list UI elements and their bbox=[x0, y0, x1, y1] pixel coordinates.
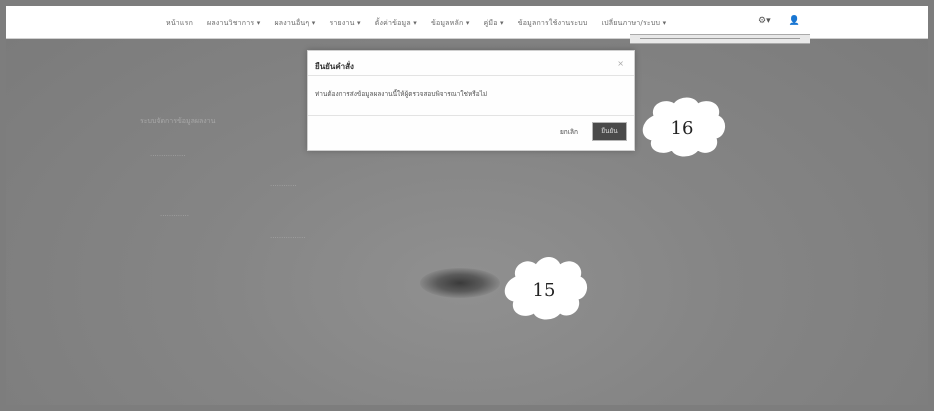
nav-item-manual[interactable]: คู่มือ ▾ bbox=[484, 18, 504, 29]
nav-item-report[interactable]: รายงาน ▾ bbox=[329, 18, 360, 29]
nav-item-master-data[interactable]: ข้อมูลหลัก ▾ bbox=[431, 18, 470, 29]
nav-menu: หน้าแรก ผลงานวิชาการ ▾ ผลงานอื่นๆ ▾ รายง… bbox=[166, 18, 666, 29]
screenshot-frame: หน้าแรก ผลงานวิชาการ ▾ ผลงานอื่นๆ ▾ รายง… bbox=[0, 0, 934, 411]
gear-icon[interactable]: ⚙▾ bbox=[758, 16, 771, 26]
dropdown-divider bbox=[640, 38, 800, 39]
callout-number: 16 bbox=[670, 118, 694, 139]
close-icon[interactable]: × bbox=[617, 59, 624, 68]
nav-item-academic[interactable]: ผลงานวิชาการ ▾ bbox=[207, 18, 260, 29]
cancel-button[interactable]: ยกเลิก bbox=[560, 127, 578, 137]
callout-number: 15 bbox=[532, 280, 556, 301]
page-heading: ระบบจัดการข้อมูลผลงาน bbox=[140, 117, 216, 125]
faded-line: ................ bbox=[150, 150, 186, 158]
confirm-dialog: ยืนยันคำสั่ง × ท่านต้องการส่งข้อมูลผลงาน… bbox=[307, 50, 635, 151]
faded-line: ............. bbox=[160, 210, 189, 218]
nav-item-settings[interactable]: ตั้งค่าข้อมูล ▾ bbox=[375, 18, 417, 29]
dropdown-strip bbox=[630, 34, 810, 44]
ok-button[interactable]: ยืนยัน bbox=[592, 122, 627, 141]
nav-item-usage[interactable]: ข้อมูลการใช้งานระบบ bbox=[518, 18, 588, 29]
callout-15: 15 bbox=[498, 253, 590, 323]
dialog-message: ท่านต้องการส่งข้อมูลผลงานนี้ให้ผู้ตรวจสอ… bbox=[315, 90, 488, 98]
nav-item-language[interactable]: เปลี่ยนภาษา/ระบบ ▾ bbox=[602, 18, 667, 29]
faded-line: ............ bbox=[270, 180, 297, 188]
nav-item-home[interactable]: หน้าแรก bbox=[166, 18, 193, 29]
dialog-divider bbox=[308, 75, 634, 76]
user-icon[interactable]: 👤 bbox=[789, 16, 800, 26]
faded-line: ................ bbox=[270, 232, 306, 240]
dialog-title: ยืนยันคำสั่ง bbox=[315, 62, 354, 71]
nav-item-other[interactable]: ผลงานอื่นๆ ▾ bbox=[274, 18, 315, 29]
callout-16: 16 bbox=[636, 94, 728, 160]
cursor-shadow bbox=[420, 268, 500, 298]
dialog-divider bbox=[308, 115, 634, 116]
nav-icons: ⚙▾ 👤 bbox=[758, 16, 800, 26]
